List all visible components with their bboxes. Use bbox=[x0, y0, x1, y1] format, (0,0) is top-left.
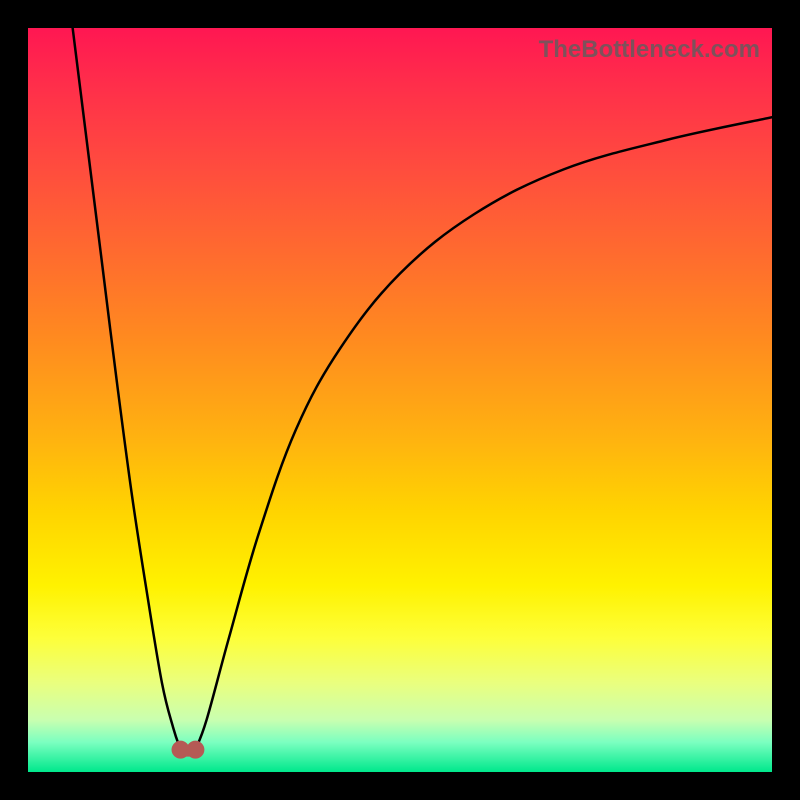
curve-layer bbox=[28, 28, 772, 772]
minimum-dot-right bbox=[186, 741, 204, 759]
minimum-dot-left bbox=[172, 741, 190, 759]
chart-frame: TheBottleneck.com bbox=[0, 0, 800, 800]
plot-area: TheBottleneck.com bbox=[28, 28, 772, 772]
curve-left-branch bbox=[73, 28, 181, 750]
curve-right-branch bbox=[195, 117, 772, 749]
watermark-text: TheBottleneck.com bbox=[539, 36, 760, 64]
minimum-connector bbox=[181, 745, 196, 757]
